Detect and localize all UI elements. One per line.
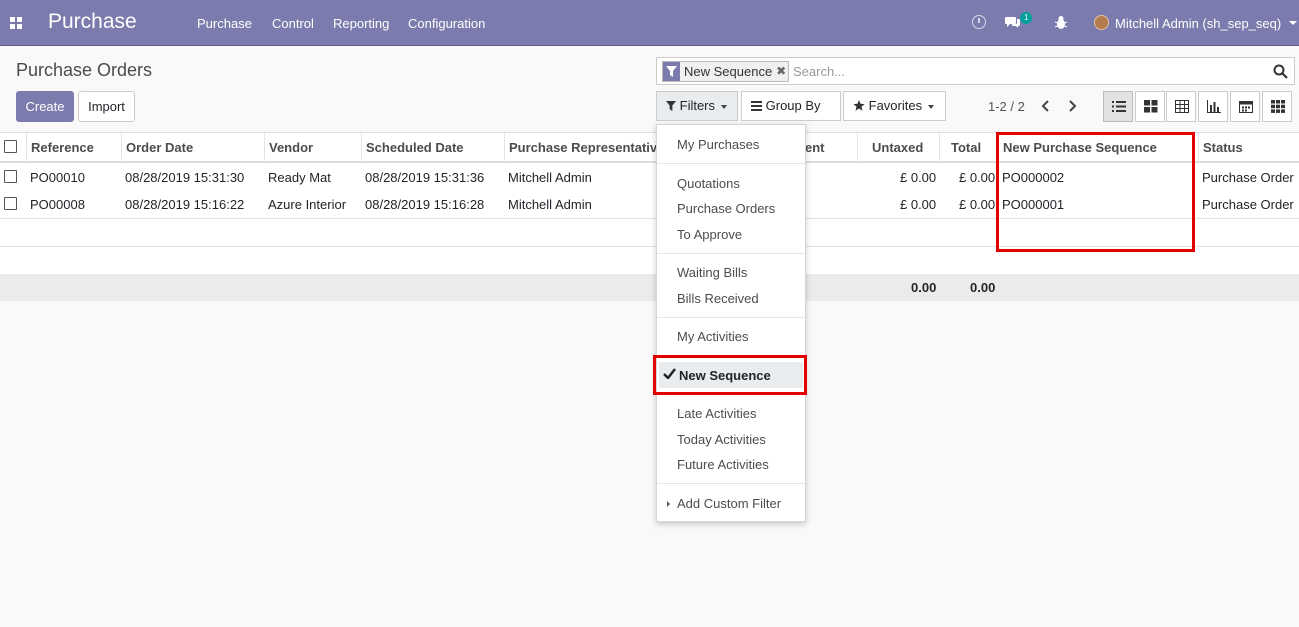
star-icon [853, 100, 865, 111]
sequence-column-highlight [996, 132, 1195, 252]
user-avatar[interactable] [1094, 15, 1109, 30]
select-all-checkbox[interactable] [4, 140, 17, 153]
pager-next-icon[interactable] [1065, 98, 1079, 114]
favorites-button[interactable]: Favorites [843, 91, 946, 121]
cell-total: £ 0.00 [959, 197, 996, 212]
table-footer-totals: 0.00 0.00 [0, 274, 1299, 301]
pager-value[interactable]: 1-2 / 2 [988, 99, 1025, 114]
cell-reference: PO00010 [30, 170, 85, 185]
filter-my-activities[interactable]: My Activities [677, 329, 749, 344]
filter-purchase-orders[interactable]: Purchase Orders [677, 201, 775, 216]
activity-clock-icon[interactable] [972, 15, 986, 29]
import-button[interactable]: Import [78, 91, 135, 122]
column-source-document[interactable]: ent [805, 140, 825, 155]
pivot-view-button[interactable] [1262, 91, 1292, 122]
filter-bills-received[interactable]: Bills Received [677, 291, 759, 306]
list-view-button[interactable] [1103, 91, 1133, 122]
search-icon[interactable] [1273, 64, 1288, 79]
app-brand[interactable]: Purchase [48, 10, 137, 34]
user-name[interactable]: Mitchell Admin (sh_sep_seq) [1115, 16, 1281, 31]
graph-view-button[interactable] [1198, 91, 1228, 122]
top-navbar: Purchase Purchase Control Reporting Conf… [0, 0, 1299, 46]
create-button[interactable]: Create [16, 91, 74, 122]
pager-previous-icon[interactable] [1039, 98, 1053, 114]
column-order-date[interactable]: Order Date [126, 140, 193, 155]
cell-scheduled-date: 08/28/2019 15:16:28 [365, 197, 485, 212]
calendar-icon [1239, 101, 1253, 113]
favorites-caret-icon [928, 104, 935, 109]
group-by-label: Group By [765, 98, 821, 113]
menu-configuration[interactable]: Configuration [408, 16, 485, 31]
search-input[interactable]: Search... [793, 64, 845, 79]
filters-caret-icon [721, 104, 728, 109]
menu-purchase[interactable]: Purchase [197, 16, 252, 31]
apps-menu-icon[interactable] [10, 17, 23, 29]
filter-today-activities[interactable]: Today Activities [677, 432, 766, 447]
search-box[interactable]: New Sequence ✖ Search... [656, 57, 1295, 85]
page-title: Purchase Orders [16, 60, 153, 80]
cell-untaxed: £ 0.00 [900, 170, 937, 185]
expand-triangle-icon [667, 501, 670, 507]
debug-bug-icon[interactable] [1054, 15, 1068, 30]
column-purchase-representative[interactable]: Purchase Representative [509, 140, 664, 155]
menu-reporting[interactable]: Reporting [333, 16, 389, 31]
row-checkbox[interactable] [4, 170, 17, 183]
cell-order-date: 08/28/2019 15:31:30 [125, 170, 245, 185]
filter-waiting-bills[interactable]: Waiting Bills [677, 265, 747, 280]
column-total[interactable]: Total [951, 140, 981, 155]
group-by-button[interactable]: Group By [741, 91, 841, 137]
filter-late-activities[interactable]: Late Activities [677, 406, 757, 421]
menu-control[interactable]: Control [272, 16, 314, 31]
cell-representative: Mitchell Admin [508, 170, 592, 185]
list-view-icon [1112, 101, 1126, 112]
grid-view-button[interactable] [1166, 91, 1196, 122]
filter-icon [666, 101, 676, 111]
filter-future-activities[interactable]: Future Activities [677, 457, 769, 472]
kanban-view-button[interactable] [1135, 91, 1165, 122]
facet-remove-icon[interactable]: ✖ [776, 62, 788, 81]
cell-status: Purchase Order [1202, 197, 1294, 212]
footer-total-sum: 0.00 [970, 280, 996, 295]
pivot-table-icon [1271, 100, 1285, 113]
filters-button[interactable]: Filters [656, 91, 738, 121]
row-checkbox[interactable] [4, 197, 17, 210]
column-status[interactable]: Status [1203, 140, 1243, 155]
add-custom-filter[interactable]: Add Custom Filter [677, 496, 781, 511]
cell-vendor: Azure Interior [268, 197, 347, 212]
filters-dropdown-menu: My Purchases Quotations Purchase Orders … [656, 124, 806, 522]
search-facet-label: New Sequence [684, 64, 773, 79]
cell-reference: PO00008 [30, 197, 85, 212]
filter-facet-icon [663, 62, 680, 81]
filter-to-approve[interactable]: To Approve [677, 227, 742, 242]
kanban-view-icon [1144, 100, 1158, 113]
group-by-icon [751, 101, 762, 111]
favorites-label: Favorites [868, 98, 923, 113]
new-sequence-filter-highlight [653, 355, 807, 395]
filter-my-purchases[interactable]: My Purchases [677, 137, 759, 152]
column-vendor[interactable]: Vendor [269, 140, 313, 155]
column-scheduled-date[interactable]: Scheduled Date [366, 140, 464, 155]
cell-untaxed: £ 0.00 [900, 197, 937, 212]
column-reference[interactable]: Reference [31, 140, 94, 155]
chat-count-badge: 1 [1020, 12, 1033, 24]
cell-scheduled-date: 08/28/2019 15:31:36 [365, 170, 485, 185]
search-facet: New Sequence ✖ [662, 61, 790, 82]
chat-icon[interactable] [1005, 14, 1021, 30]
calendar-view-button[interactable] [1230, 91, 1260, 122]
column-untaxed[interactable]: Untaxed [872, 140, 923, 155]
bar-chart-icon [1207, 100, 1221, 113]
cell-status: Purchase Order [1202, 170, 1294, 185]
cell-total: £ 0.00 [959, 170, 996, 185]
table-grid-icon [1175, 100, 1189, 113]
filters-label: Filters [679, 98, 716, 113]
filter-quotations[interactable]: Quotations [677, 176, 740, 191]
footer-untaxed-sum: 0.00 [911, 280, 937, 295]
user-menu-caret-icon[interactable] [1289, 21, 1297, 25]
cell-order-date: 08/28/2019 15:16:22 [125, 197, 245, 212]
cell-vendor: Ready Mat [268, 170, 331, 185]
cell-representative: Mitchell Admin [508, 197, 592, 212]
